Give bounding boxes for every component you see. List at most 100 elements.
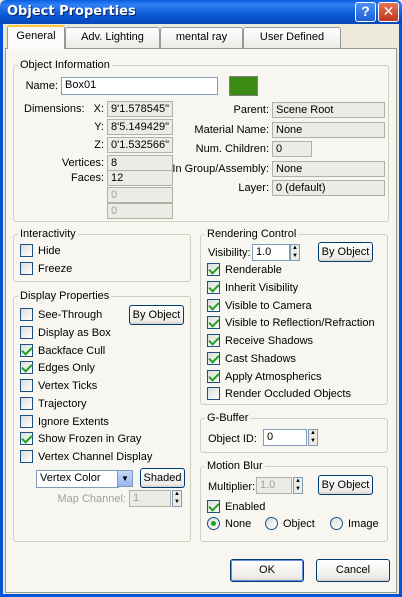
vertices-label: Vertices:	[61, 157, 104, 169]
render-render-occluded-objects-checkbox[interactable]	[207, 387, 220, 401]
tab-general[interactable]: General	[7, 25, 65, 49]
radio-none[interactable]	[207, 517, 220, 530]
radio-object[interactable]	[265, 517, 278, 530]
map-channel-label: Map Channel:	[57, 493, 127, 505]
display-show-frozen-in-gray-label: Show Frozen in Gray	[38, 433, 142, 446]
faces-value: 12	[107, 170, 173, 186]
render-visible-to-camera-label: Visible to Camera	[225, 299, 312, 312]
display-backface-cull-checkbox[interactable]	[20, 343, 33, 357]
dimensions-label: Dimensions:	[24, 103, 85, 115]
hide-checkbox[interactable]	[20, 244, 33, 257]
material-name-value: None	[272, 122, 385, 138]
object-information-label: Object Information	[18, 59, 112, 71]
freeze-checkbox[interactable]	[20, 262, 33, 275]
display-vertex-ticks-label: Vertex Ticks	[38, 380, 98, 392]
vertices-value: 8	[107, 155, 173, 171]
rendering-control-label: Rendering Control	[205, 228, 299, 240]
render-renderable-checkbox[interactable]	[207, 263, 220, 276]
visibility-input[interactable]: 1.0	[252, 244, 290, 261]
render-apply-atmospherics-label: Apply Atmospherics	[225, 370, 322, 383]
display-backface-cull-label: Backface Cull	[38, 344, 106, 357]
multiplier-input[interactable]: 1.0	[256, 477, 292, 494]
display-display-as-box-checkbox[interactable]	[20, 325, 33, 339]
tab-adv-lighting[interactable]: Adv. Lighting	[65, 27, 160, 48]
display-vertex-channel-display-checkbox[interactable]	[20, 450, 33, 463]
multiplier-spinner[interactable]: ▲ ▼	[293, 477, 303, 494]
freeze-label: Freeze	[38, 263, 73, 275]
num-children-label: Num. Children:	[195, 143, 269, 155]
display-vertex-channel-display-label: Vertex Channel Display	[38, 451, 153, 463]
help-icon[interactable]: ?	[355, 2, 376, 22]
render-inherit-visibility-checkbox[interactable]	[207, 280, 220, 294]
ok-button[interactable]: OK	[230, 559, 304, 582]
map-channel-input[interactable]: 1	[129, 490, 171, 507]
object-id-input[interactable]: 0	[263, 429, 307, 446]
dimension-y-value: 8'5.149429"	[107, 119, 173, 135]
shaded-button[interactable]: Shaded	[140, 468, 185, 488]
object-id-spinner[interactable]: ▲ ▼	[308, 429, 318, 446]
render-receive-shadows-label: Receive Shadows	[225, 335, 314, 347]
parent-label: Parent:	[233, 104, 269, 116]
display-vertex-ticks-checkbox[interactable]	[20, 379, 33, 392]
name-label: Name:	[25, 80, 58, 92]
vertex-color-dropdown[interactable]: Vertex Color	[36, 470, 119, 488]
y-label: Y:	[94, 121, 104, 133]
close-icon[interactable]: ✕	[378, 2, 399, 22]
enabled-checkbox[interactable]	[207, 500, 220, 513]
motion-blur-label: Motion Blur	[205, 460, 265, 472]
interactivity-label: Interactivity	[18, 228, 78, 240]
radio-none-label: None	[225, 518, 252, 530]
map-channel-spinner[interactable]: ▲ ▼	[172, 490, 182, 507]
tab-user-defined[interactable]: User Defined	[243, 27, 341, 48]
extra-value-2: 0	[107, 203, 173, 219]
render-inherit-visibility-label: Inherit Visibility	[225, 281, 299, 294]
multiplier-label: Multiplier:	[208, 481, 256, 493]
num-children-value: 0	[272, 141, 312, 157]
window-title: Object Properties	[7, 4, 136, 19]
display-see-through-label: See-Through	[38, 309, 103, 321]
dimension-x-value: 9'1.578545"	[107, 101, 173, 117]
render-cast-shadows-label: Cast Shadows	[225, 352, 296, 365]
parent-value: Scene Root	[272, 102, 385, 118]
render-visible-to-reflection-refraction-checkbox[interactable]	[207, 316, 220, 330]
extra-value-1: 0	[107, 187, 173, 203]
hide-label: Hide	[38, 245, 61, 257]
cancel-button[interactable]: Cancel	[316, 559, 390, 582]
render-cast-shadows-checkbox[interactable]	[207, 351, 220, 365]
z-label: Z:	[94, 139, 104, 151]
radio-image[interactable]	[330, 517, 343, 530]
render-render-occluded-objects-label: Render Occluded Objects	[225, 388, 351, 401]
display-ignore-extents-label: Ignore Extents	[38, 415, 109, 428]
render-visible-to-camera-checkbox[interactable]	[207, 298, 220, 312]
display-trajectory-label: Trajectory	[38, 397, 87, 410]
enabled-label: Enabled	[225, 501, 266, 513]
chevron-down-icon[interactable]: ▼	[117, 470, 133, 487]
display-ignore-extents-checkbox[interactable]	[20, 414, 33, 428]
object-id-label: Object ID:	[208, 433, 257, 445]
group-assembly-label: In Group/Assembly:	[172, 163, 269, 175]
display-edges-only-checkbox[interactable]	[20, 361, 33, 375]
visibility-spinner[interactable]: ▲ ▼	[290, 244, 300, 261]
render-receive-shadows-checkbox[interactable]	[207, 334, 220, 347]
display-edges-only-label: Edges Only	[38, 362, 95, 375]
name-input[interactable]: Box01	[61, 77, 218, 95]
x-label: X:	[93, 103, 104, 115]
display-trajectory-checkbox[interactable]	[20, 396, 33, 410]
object-color-swatch[interactable]	[229, 76, 258, 96]
display-show-frozen-in-gray-checkbox[interactable]	[20, 432, 33, 446]
render-visible-to-reflection-refraction-label: Visible to Reflection/Refraction	[225, 317, 375, 330]
layer-label: Layer:	[238, 182, 269, 194]
radio-object-label: Object	[283, 518, 315, 530]
display-properties-label: Display Properties	[18, 290, 112, 302]
render-renderable-label: Renderable	[225, 264, 282, 276]
dimension-z-value: 0'1.532566"	[107, 137, 173, 153]
visibility-label: Visibility:	[208, 247, 251, 259]
material-name-label: Material Name:	[194, 124, 269, 136]
render-apply-atmospherics-checkbox[interactable]	[207, 369, 220, 383]
motion-blur-by-object-button[interactable]: By Object	[318, 475, 373, 495]
group-assembly-value: None	[272, 161, 385, 177]
rendering-by-object-button[interactable]: By Object	[318, 242, 373, 262]
tab-mental-ray[interactable]: mental ray	[160, 27, 243, 48]
display-by-object-button[interactable]: By Object	[129, 305, 184, 325]
display-see-through-checkbox[interactable]	[20, 308, 33, 321]
